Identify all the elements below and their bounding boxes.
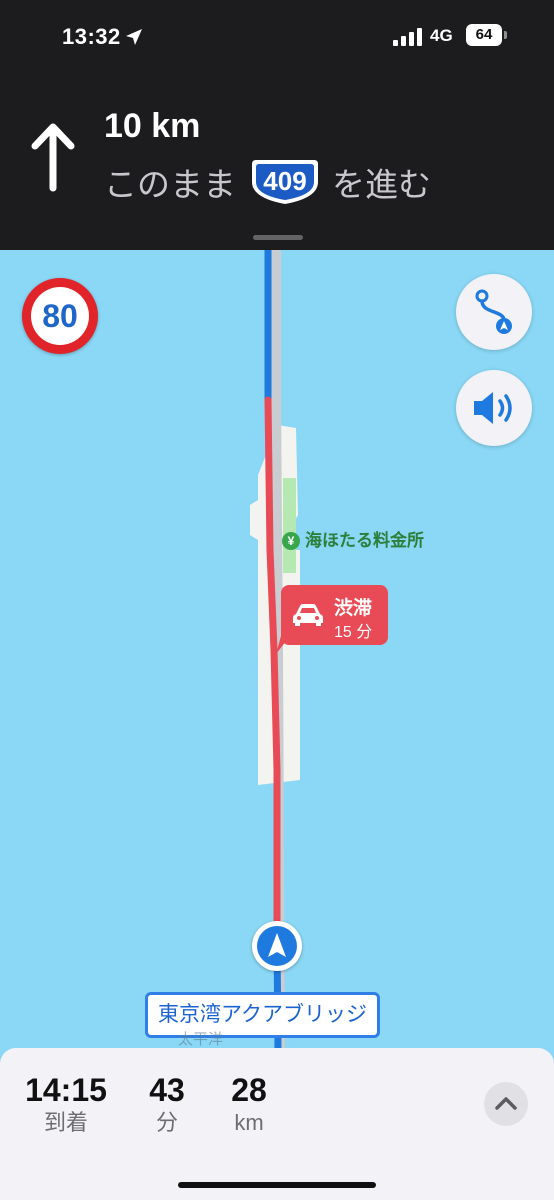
battery-icon: 64: [466, 24, 502, 46]
instruction-suffix: を進む: [332, 166, 431, 203]
route-overview-button[interactable]: [456, 274, 532, 350]
straight-arrow-icon: [31, 123, 75, 192]
home-indicator[interactable]: [178, 1182, 376, 1188]
poi-label: 海ほたる料金所: [305, 531, 424, 550]
audio-button[interactable]: [456, 370, 532, 446]
status-time: 13:32: [62, 24, 143, 50]
expand-button[interactable]: [484, 1082, 528, 1126]
heading-arrow-icon: [268, 933, 286, 957]
route-shield: 409: [250, 158, 320, 206]
duration-stat: 43 分: [140, 1072, 194, 1138]
arrival-time: 14:15: [25, 1072, 107, 1108]
maneuver-instruction: このまま 409 を進む: [104, 158, 431, 206]
route-overview-icon: [475, 289, 512, 334]
traffic-car-icon: [293, 604, 323, 626]
navigation-banner: 13:32 4G 64 10 km このまま 409 を進む: [0, 0, 554, 250]
toll-poi[interactable]: ¥ 海ほたる料金所: [282, 526, 424, 551]
yen-icon: ¥: [282, 532, 300, 550]
duration-value: 43: [149, 1072, 185, 1108]
instruction-prefix: このまま: [104, 166, 236, 203]
arrival-label: 到着: [43, 1110, 88, 1135]
speed-limit-value: 80: [31, 287, 89, 345]
maneuver-distance: 10 km: [104, 107, 201, 145]
speed-limit-sign: 80: [22, 278, 98, 354]
arrival-stat: 14:15 到着: [24, 1072, 108, 1138]
chevron-up-icon: [495, 1097, 517, 1110]
location-arrow-icon: [125, 29, 142, 45]
duration-label: 分: [155, 1110, 178, 1135]
battery-tip: [504, 31, 507, 39]
traffic-delay: 15 分: [334, 624, 373, 641]
route-number: 409: [263, 166, 307, 196]
current-location-puck: [252, 921, 302, 971]
cellular-signal-icon: [393, 28, 423, 46]
banner-grabber[interactable]: [253, 235, 303, 240]
status-time-text: 13:32: [62, 24, 121, 49]
distance-value: 28: [231, 1072, 267, 1108]
sea-label: 太平洋: [178, 1031, 224, 1048]
speaker-icon: [474, 392, 512, 424]
trip-summary-sheet[interactable]: 14:15 到着 43 分 28 km: [0, 1048, 554, 1200]
traffic-title: 渋滞: [334, 598, 373, 619]
distance-stat: 28 km: [222, 1072, 276, 1138]
traffic-callout[interactable]: 渋滞 15 分: [281, 585, 388, 645]
distance-label: km: [234, 1110, 264, 1135]
network-type: 4G: [430, 26, 453, 45]
